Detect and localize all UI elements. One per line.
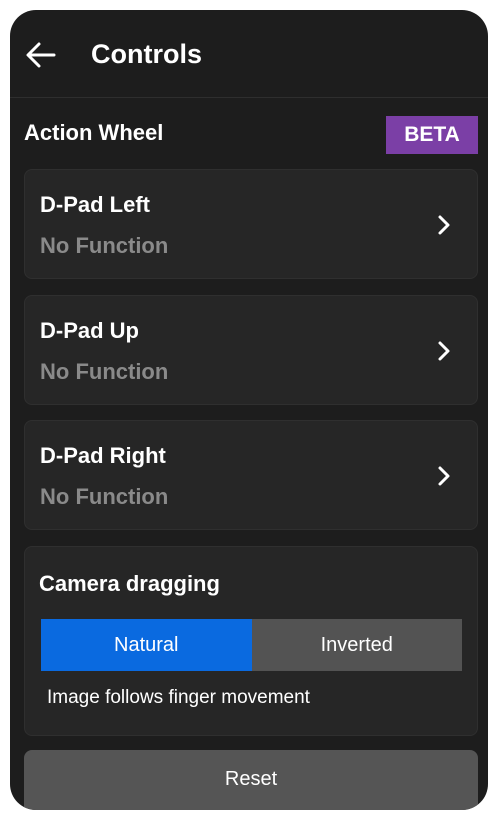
- inverted-option[interactable]: Inverted: [251, 619, 462, 671]
- camera-dragging-card: Camera dragging Natural Inverted Image f…: [24, 546, 478, 736]
- header: Controls: [10, 10, 488, 98]
- camera-dragging-description: Image follows finger movement: [47, 687, 310, 708]
- controls-screen: Controls Action Wheel BETA D-Pad Left No…: [10, 10, 488, 810]
- dpad-right-item[interactable]: D-Pad Right No Function: [24, 420, 478, 530]
- page-title: Controls: [91, 39, 202, 69]
- item-value: No Function: [40, 233, 169, 258]
- section-title: Action Wheel: [24, 120, 164, 145]
- item-value: No Function: [40, 359, 169, 384]
- beta-badge: BETA: [386, 116, 478, 154]
- natural-option[interactable]: Natural: [41, 619, 252, 671]
- item-title: D-Pad Left: [40, 192, 150, 217]
- item-title: D-Pad Right: [40, 443, 166, 468]
- item-title: D-Pad Up: [40, 318, 139, 343]
- reset-button[interactable]: Reset: [24, 750, 478, 810]
- camera-dragging-toggle: Natural Inverted: [41, 619, 462, 671]
- item-value: No Function: [40, 484, 169, 509]
- dpad-up-item[interactable]: D-Pad Up No Function: [24, 295, 478, 405]
- chevron-right-icon: [438, 215, 450, 235]
- chevron-right-icon: [438, 341, 450, 361]
- camera-dragging-title: Camera dragging: [39, 571, 220, 596]
- chevron-right-icon: [438, 466, 450, 486]
- arrow-left-icon[interactable]: [24, 38, 58, 72]
- dpad-left-item[interactable]: D-Pad Left No Function: [24, 169, 478, 279]
